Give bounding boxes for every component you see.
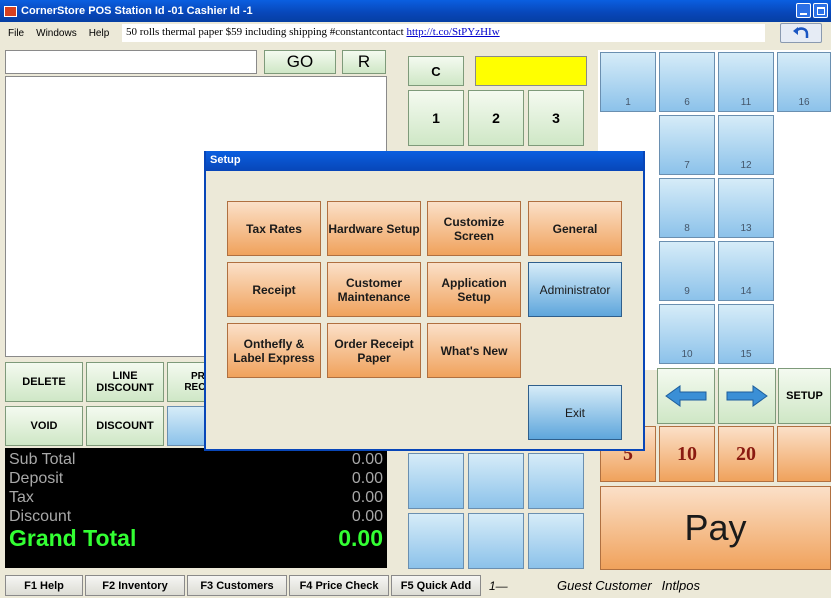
customer-maintenance-button[interactable]: Customer Maintenance [327,262,421,317]
user-name: Intlpos [661,578,700,593]
quick-item-13[interactable]: 13 [718,178,774,238]
ticker-text: 50 rolls thermal paper $59 including shi… [126,26,407,38]
line-discount-button[interactable]: LINE DISCOUNT [86,362,164,402]
onthefly-label-express-button[interactable]: Onthefly & Label Express [227,323,321,378]
clear-button[interactable]: C [408,56,464,86]
application-setup-button[interactable]: Application Setup [427,262,521,317]
f2-inventory-button[interactable]: F2 Inventory [85,575,185,596]
menu-file[interactable]: File [8,28,24,39]
window-title: CornerStore POS Station Id -01 Cashier I… [21,5,253,17]
blank-key[interactable] [528,513,584,569]
quick-item-11[interactable]: 11 [718,52,774,112]
customize-screen-button[interactable]: Customize Screen [427,201,521,256]
cash-10-button[interactable]: 10 [659,426,715,482]
quick-item-7[interactable]: 7 [659,115,715,175]
r-button[interactable]: R [342,50,386,74]
tax-rates-button[interactable]: Tax Rates [227,201,321,256]
f4-price-check-button[interactable]: F4 Price Check [289,575,389,596]
discount-value: 0.00 [351,508,383,525]
void-button[interactable]: VOID [5,406,83,446]
tax-value: 0.00 [351,489,383,506]
quick-item-9[interactable]: 9 [659,241,715,301]
hardware-setup-button[interactable]: Hardware Setup [327,201,421,256]
quick-item-12[interactable]: 12 [718,115,774,175]
undo-icon [793,27,809,38]
quick-item-8[interactable]: 8 [659,178,715,238]
customer-name: Guest Customer [557,578,652,593]
blank-key[interactable] [528,453,584,509]
keypad-display [475,56,587,86]
quick-item-6[interactable]: 6 [659,52,715,112]
undo-button[interactable] [780,23,822,43]
blank-key[interactable] [468,513,524,569]
cash-20-button[interactable]: 20 [718,426,774,482]
f5-quick-add-button[interactable]: F5 Quick Add [391,575,481,596]
menu-help[interactable]: Help [89,28,110,39]
station-indicator: 1— [489,578,508,593]
quick-item-15[interactable]: 15 [718,304,774,364]
deposit-value: 0.00 [351,470,383,487]
f3-customers-button[interactable]: F3 Customers [187,575,287,596]
administrator-button[interactable]: Administrator [528,262,622,317]
quick-item-10[interactable]: 10 [659,304,715,364]
title-bar: CornerStore POS Station Id -01 Cashier I… [0,0,831,22]
arrow-right-icon [726,385,768,407]
minimize-button[interactable] [796,3,811,18]
delete-button[interactable]: DELETE [5,362,83,402]
go-button[interactable]: GO [264,50,336,74]
totals-panel: Sub Total 0.00 Deposit 0.00 Tax 0.00 Discou… [5,448,387,568]
tax-label: Tax [9,489,34,506]
grand-total-value: 0.00 [338,525,383,551]
sub-total-label: Sub Total [9,451,76,468]
discount-label: Discount [9,508,72,525]
menu-windows[interactable]: Windows [36,28,77,39]
search-input[interactable] [5,50,257,74]
setup-dialog: Setup Tax Rates Hardware Setup Customize… [204,151,645,451]
grand-total-label: Grand Total [9,525,137,551]
general-button[interactable]: General [528,201,622,256]
discount-button[interactable]: DISCOUNT [86,406,164,446]
f1-help-button[interactable]: F1 Help [5,575,83,596]
key-1[interactable]: 1 [408,90,464,146]
exit-button[interactable]: Exit [528,385,622,440]
arrow-left-icon [665,385,707,407]
key-2[interactable]: 2 [468,90,524,146]
quick-item-14[interactable]: 14 [718,241,774,301]
deposit-label: Deposit [9,470,64,487]
blank-key[interactable] [408,513,464,569]
receipt-button[interactable]: Receipt [227,262,321,317]
ticker-link[interactable]: http://t.co/StPYzHIw [406,26,499,38]
maximize-button[interactable] [813,3,828,18]
blank-key[interactable] [468,453,524,509]
quick-item-1[interactable]: 1 [600,52,656,112]
blank-cash-button[interactable] [777,426,831,482]
whats-new-button[interactable]: What's New [427,323,521,378]
sub-total-value: 0.00 [351,451,383,468]
next-page-button[interactable] [718,368,776,424]
prev-page-button[interactable] [657,368,715,424]
blank-key[interactable] [408,453,464,509]
news-ticker: 50 rolls thermal paper $59 including shi… [122,24,765,42]
quick-item-16[interactable]: 16 [777,52,831,112]
dialog-title: Setup [206,151,643,171]
order-receipt-paper-button[interactable]: Order Receipt Paper [327,323,421,378]
pay-button[interactable]: Pay [600,486,831,570]
status-bar: F1 Help F2 Inventory F3 Customers F4 Pri… [0,573,831,598]
app-icon [4,5,17,17]
setup-button[interactable]: SETUP [778,368,831,424]
key-3[interactable]: 3 [528,90,584,146]
